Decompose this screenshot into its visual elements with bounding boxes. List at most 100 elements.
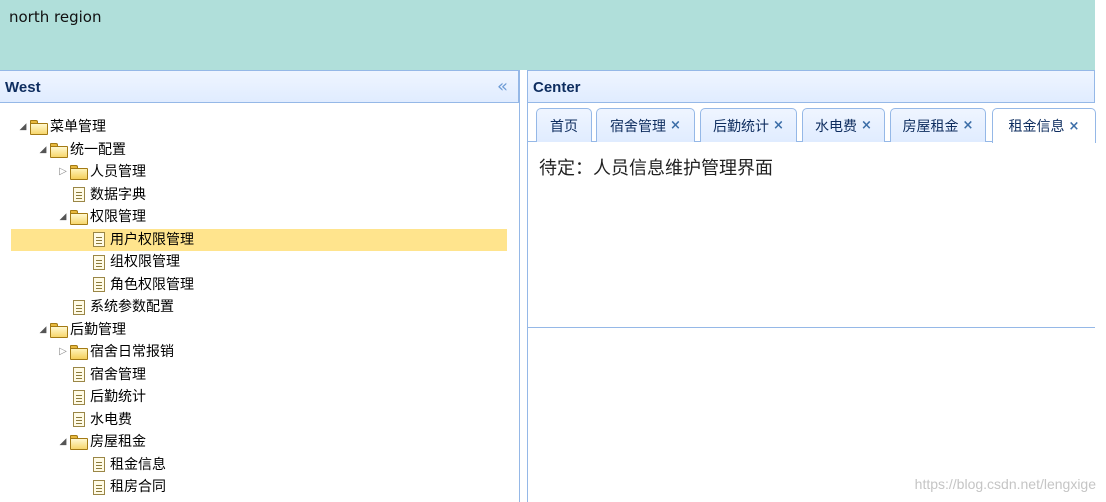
expanded-caret-icon[interactable]: ◢ (36, 319, 50, 341)
west-panel-header: West « (0, 70, 519, 103)
tree-node[interactable]: 水电费 (0, 409, 519, 432)
tree-node-label: 后勤管理 (70, 321, 126, 338)
file-icon (93, 254, 105, 270)
file-icon (73, 187, 85, 202)
folder-icon (70, 210, 88, 225)
folder-icon (70, 435, 88, 450)
folder-icon (50, 322, 68, 338)
center-panel: Center 首页 宿舍管理 × 后勤统计 × 水电费 × 房屋租金 × 租金信息 × 待定：人员信… (527, 70, 1096, 502)
tree-node[interactable]: ◢ 后勤管理 (0, 319, 519, 342)
tree-node-content: 后勤统计 (56, 386, 146, 408)
tree-node-content: 租金信息 (76, 454, 166, 476)
tree-node-content: 用户权限管理 (76, 229, 194, 251)
tree-node-label: 组权限管理 (110, 254, 180, 270)
tab-item[interactable]: 租金信息 × (992, 108, 1096, 143)
tab-item[interactable]: 宿舍管理 × (596, 108, 695, 142)
tree-node-label: 租房合同 (110, 479, 166, 495)
collapsed-caret-icon[interactable]: ▷ (56, 341, 70, 363)
tab-item[interactable]: 首页 (536, 108, 592, 142)
tree-node-label: 租金信息 (110, 456, 166, 473)
tree-node[interactable]: 角色权限管理 (0, 274, 519, 297)
folder-icon (50, 142, 68, 158)
tree-node-label: 宿舍管理 (90, 366, 146, 383)
tree-node-label: 角色权限管理 (110, 276, 194, 293)
folder-icon (70, 165, 88, 180)
close-icon[interactable]: × (1069, 119, 1080, 134)
tree-node[interactable]: 用户权限管理 (0, 228, 519, 252)
center-panel-title: Center (533, 79, 581, 96)
tree-node-label: 宿舍日常报销 (90, 344, 174, 360)
tree-node-label: 房屋租金 (90, 434, 146, 450)
tree-node-content: ◢ 菜单管理 (16, 116, 106, 138)
tree-node[interactable]: 后勤统计 (0, 386, 519, 409)
tree-node-label: 用户权限管理 (110, 231, 194, 248)
tab-item[interactable]: 房屋租金 × (890, 108, 986, 142)
watermark: https://blog.csdn.net/lengxige (914, 476, 1096, 492)
close-icon[interactable]: × (773, 118, 784, 133)
expanded-caret-icon[interactable]: ◢ (56, 431, 70, 453)
tree-node-content: ◢ 后勤管理 (36, 319, 126, 341)
tree-node-content: 宿舍管理 (56, 364, 146, 386)
close-icon[interactable]: × (670, 118, 681, 133)
tree-node[interactable]: ◢ 菜单管理 (0, 116, 519, 139)
tree-node-content: 角色权限管理 (76, 274, 194, 296)
tree-node-label: 菜单管理 (50, 119, 106, 135)
double-chevron-left-icon[interactable]: « (497, 76, 508, 97)
tree-node[interactable]: ◢ 统一配置 (0, 139, 519, 162)
file-icon (73, 412, 85, 427)
tree-node-label: 水电费 (90, 411, 132, 428)
tab-item[interactable]: 水电费 × (802, 108, 885, 142)
file-icon (93, 479, 105, 495)
file-icon (73, 367, 85, 382)
folder-icon (30, 120, 48, 135)
tree-node-content: ◢ 统一配置 (36, 139, 126, 161)
tab-content: 待定：人员信息维护管理界面 (528, 142, 1095, 328)
tree-node[interactable]: ▷ 人员管理 (0, 161, 519, 184)
tree-node-label: 后勤统计 (90, 389, 146, 405)
tree-node[interactable]: 组权限管理 (0, 251, 519, 274)
west-panel: West « ◢ 菜单管理 ◢ 统一配置 ▷ 人员管理 数据字典 ◢ 权限管理 用户权限管理 组权限… (0, 70, 520, 502)
tree-node[interactable]: 系统参数配置 (0, 296, 519, 319)
expanded-caret-icon[interactable]: ◢ (36, 139, 50, 161)
tree-node[interactable]: ◢ 房屋租金 (0, 431, 519, 454)
tree-node-label: 系统参数配置 (90, 299, 174, 315)
tree-node-label: 权限管理 (90, 209, 146, 225)
tab-label: 房屋租金 (902, 118, 959, 135)
tree-node[interactable]: ◢ 权限管理 (0, 206, 519, 229)
tree-node[interactable]: ▷ 宿舍日常报销 (0, 341, 519, 364)
tree-node[interactable]: 宿舍管理 (0, 364, 519, 387)
tree-node-label: 人员管理 (90, 164, 146, 180)
expanded-caret-icon[interactable]: ◢ (56, 206, 70, 228)
tree-node-content: 系统参数配置 (56, 296, 174, 318)
tree-node[interactable]: 数据字典 (0, 184, 519, 207)
tree-node-content: 数据字典 (56, 184, 146, 206)
collapsed-caret-icon[interactable]: ▷ (56, 161, 70, 183)
tree-node-content: ▷ 人员管理 (56, 161, 146, 183)
content-text: 待定：人员信息维护管理界面 (539, 158, 773, 179)
close-icon[interactable]: × (861, 118, 872, 133)
tab-label: 后勤统计 (713, 118, 770, 135)
tree-node-content: ◢ 房屋租金 (56, 431, 146, 453)
tree-node-content: 组权限管理 (76, 251, 180, 273)
tree-node-content: 租房合同 (76, 476, 166, 498)
expanded-caret-icon[interactable]: ◢ (16, 116, 30, 138)
file-icon (73, 389, 85, 405)
tab-item[interactable]: 后勤统计 × (700, 108, 797, 142)
north-region-text: north region (9, 8, 102, 26)
close-icon[interactable]: × (963, 118, 974, 133)
tab-label: 首页 (550, 118, 578, 135)
file-icon (93, 277, 105, 292)
north-region: north region (0, 0, 1095, 70)
file-icon (93, 457, 105, 472)
center-panel-header: Center (528, 70, 1095, 103)
tree-node[interactable]: 租房合同 (0, 476, 519, 499)
file-icon (73, 299, 85, 315)
tree-node-label: 数据字典 (90, 186, 146, 203)
folder-icon (70, 345, 88, 360)
tree-node-content: ▷ 宿舍日常报销 (56, 341, 174, 363)
tree-node-content: ◢ 权限管理 (56, 206, 146, 228)
tab-label: 宿舍管理 (610, 118, 667, 135)
right-edge (1095, 0, 1106, 502)
tree-node[interactable]: 租金信息 (0, 454, 519, 477)
tab-label: 水电费 (815, 118, 858, 135)
